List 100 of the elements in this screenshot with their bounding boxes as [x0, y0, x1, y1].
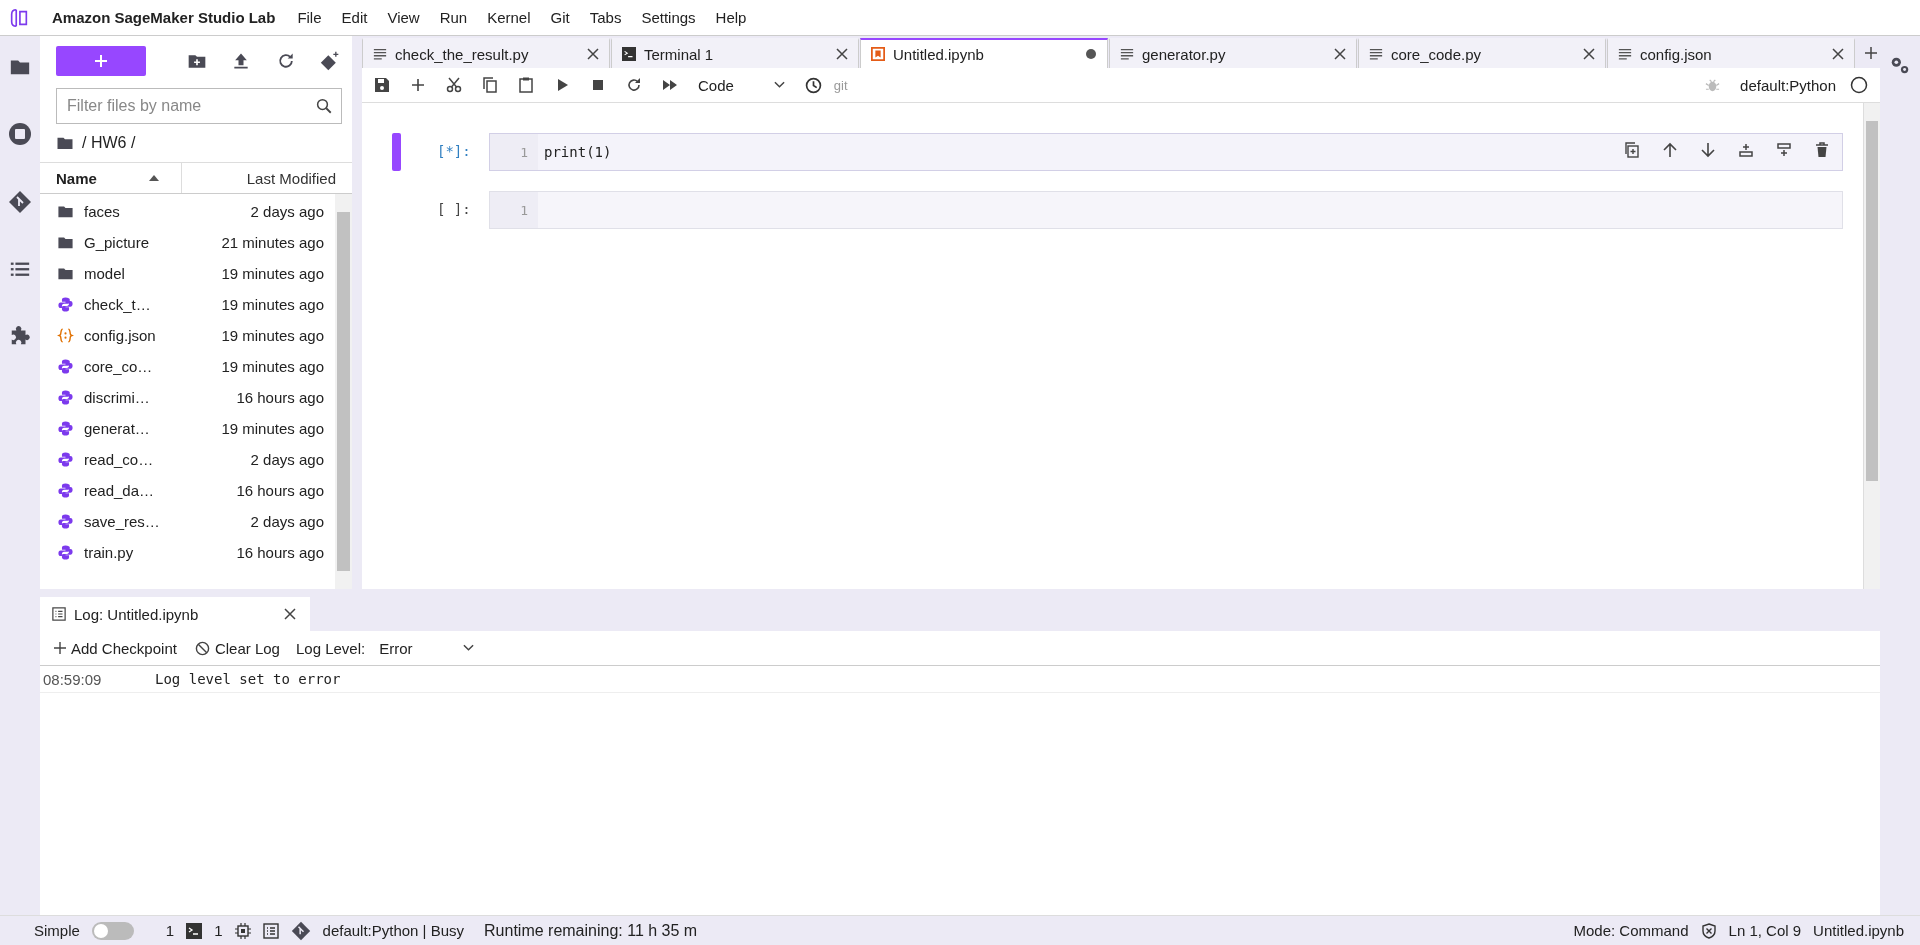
- plus-icon: [93, 53, 109, 69]
- unsaved-dot-icon[interactable]: [1085, 48, 1097, 60]
- clock-icon[interactable]: [804, 76, 822, 94]
- text-file-icon: [1618, 47, 1632, 61]
- menu-item[interactable]: Git: [550, 9, 585, 26]
- save-icon[interactable]: [374, 77, 390, 93]
- git-clone-icon[interactable]: [320, 51, 340, 71]
- file-name: generat…: [84, 420, 151, 437]
- fast-forward-icon[interactable]: [662, 77, 678, 93]
- file-row[interactable]: G_picture 21 minutes ago: [40, 227, 335, 258]
- cell-type-dropdown[interactable]: Code: [698, 76, 785, 94]
- close-icon[interactable]: [1832, 48, 1844, 60]
- cut-icon[interactable]: [446, 77, 462, 93]
- file-row[interactable]: core_co… 19 minutes ago: [40, 351, 335, 382]
- terminal-icon: [622, 47, 636, 61]
- editor-tab[interactable]: Terminal 1: [611, 38, 859, 68]
- file-row[interactable]: train.py 16 hours ago: [40, 537, 335, 568]
- insert-below-icon[interactable]: [1776, 142, 1792, 158]
- close-icon[interactable]: [587, 48, 599, 60]
- insert-above-icon[interactable]: [1738, 142, 1754, 158]
- file-modified-time: 2 days ago: [250, 451, 325, 468]
- file-row[interactable]: read_co… 2 days ago: [40, 444, 335, 475]
- paste-icon[interactable]: [518, 77, 534, 93]
- copy-icon[interactable]: [482, 77, 498, 93]
- add-icon[interactable]: [410, 77, 426, 93]
- file-modified-time: 16 hours ago: [236, 482, 325, 499]
- menu-item[interactable]: File: [297, 9, 337, 26]
- kernel-count[interactable]: 1: [214, 922, 223, 939]
- editor-tab[interactable]: core_code.py: [1358, 38, 1606, 68]
- kernel-name[interactable]: default:Python: [1740, 76, 1836, 94]
- upload-icon[interactable]: [231, 51, 251, 71]
- terminal-count[interactable]: 1: [165, 922, 175, 939]
- file-row[interactable]: config.json 19 minutes ago: [40, 320, 335, 351]
- log-message: Log level set to error: [155, 671, 341, 687]
- scrollbar[interactable]: [1863, 103, 1880, 589]
- python-file-icon: [57, 296, 74, 313]
- file-row[interactable]: generat… 19 minutes ago: [40, 413, 335, 444]
- json-file-icon: [57, 327, 74, 344]
- menu-item[interactable]: Tabs: [589, 9, 637, 26]
- file-row[interactable]: discrimi… 16 hours ago: [40, 382, 335, 413]
- menu-item[interactable]: View: [387, 9, 435, 26]
- file-name: read_da…: [84, 482, 156, 499]
- file-modified-time: 19 minutes ago: [221, 358, 325, 375]
- name-column-header[interactable]: Name: [40, 163, 182, 193]
- editor-tab[interactable]: check_the_result.py: [362, 38, 610, 68]
- terminal-icon[interactable]: [186, 922, 203, 939]
- menu-item[interactable]: Run: [439, 9, 483, 26]
- duplicate-icon[interactable]: [1624, 142, 1640, 158]
- cell-prompt: [*]:: [437, 142, 472, 159]
- modified-column-header[interactable]: Last Modified: [182, 163, 352, 193]
- chip-icon[interactable]: [234, 922, 251, 939]
- scrollbar[interactable]: [335, 194, 352, 589]
- list-icon: [52, 607, 66, 621]
- file-row[interactable]: read_da… 16 hours ago: [40, 475, 335, 506]
- git-icon[interactable]: [290, 920, 311, 941]
- tab-label: core_code.py: [1391, 45, 1483, 63]
- menu-item[interactable]: Settings: [641, 9, 711, 26]
- file-row[interactable]: check_t… 19 minutes ago: [40, 289, 335, 320]
- kernel-status[interactable]: default:Python | Busy: [322, 922, 465, 939]
- editor-tab[interactable]: config.json: [1607, 38, 1855, 68]
- log-level-dropdown[interactable]: Error: [379, 639, 474, 657]
- breadcrumb-path[interactable]: / HW6 /: [82, 134, 136, 152]
- code-cell[interactable]: 1 print(1): [489, 133, 1843, 171]
- add-tab-icon[interactable]: [1864, 46, 1878, 60]
- file-modified-time: 21 minutes ago: [221, 234, 325, 251]
- tab-label: Untitled.ipynb: [893, 45, 985, 63]
- close-icon[interactable]: [836, 48, 848, 60]
- log-tab[interactable]: Log: Untitled.ipynb: [40, 597, 310, 631]
- close-icon[interactable]: [1583, 48, 1595, 60]
- arrow-up-icon[interactable]: [1662, 142, 1678, 158]
- puzzle-icon[interactable]: [9, 324, 31, 346]
- editor-tab[interactable]: Untitled.ipynb: [860, 38, 1108, 68]
- file-name: train.py: [84, 544, 135, 561]
- line-number: 1: [490, 134, 538, 170]
- add-checkpoint-button[interactable]: Add Checkpoint: [52, 639, 179, 657]
- menu-item[interactable]: Edit: [341, 9, 383, 26]
- stop-circle-icon[interactable]: [8, 122, 32, 146]
- editor-tab[interactable]: generator.py: [1109, 38, 1357, 68]
- tab-label: Terminal 1: [644, 45, 715, 63]
- file-row[interactable]: save_res… 2 days ago: [40, 506, 335, 537]
- kernel-status-icon: [1850, 76, 1868, 94]
- shield-icon[interactable]: [1700, 922, 1717, 939]
- clear-log-button[interactable]: Clear Log: [192, 639, 282, 657]
- git-icon[interactable]: [8, 190, 32, 214]
- file-row[interactable]: model 19 minutes ago: [40, 258, 335, 289]
- file-row[interactable]: faces 2 days ago: [40, 196, 335, 227]
- file-name: save_res…: [84, 513, 161, 530]
- filter-field[interactable]: Filter files by name: [56, 88, 342, 124]
- close-icon[interactable]: [1334, 48, 1346, 60]
- close-icon[interactable]: [284, 608, 296, 620]
- python-file-icon: [57, 420, 74, 437]
- list-icon[interactable]: [262, 922, 279, 939]
- stop-icon[interactable]: [590, 77, 606, 93]
- restart-icon[interactable]: [626, 77, 642, 93]
- simple-mode-toggle[interactable]: [91, 921, 134, 940]
- menu-item[interactable]: Help: [715, 9, 762, 26]
- menu-item[interactable]: Kernel: [487, 9, 546, 26]
- trash-icon[interactable]: [1814, 142, 1830, 158]
- cursor-position[interactable]: Ln 1, Col 9: [1728, 922, 1802, 939]
- arrow-down-icon[interactable]: [1700, 142, 1716, 158]
